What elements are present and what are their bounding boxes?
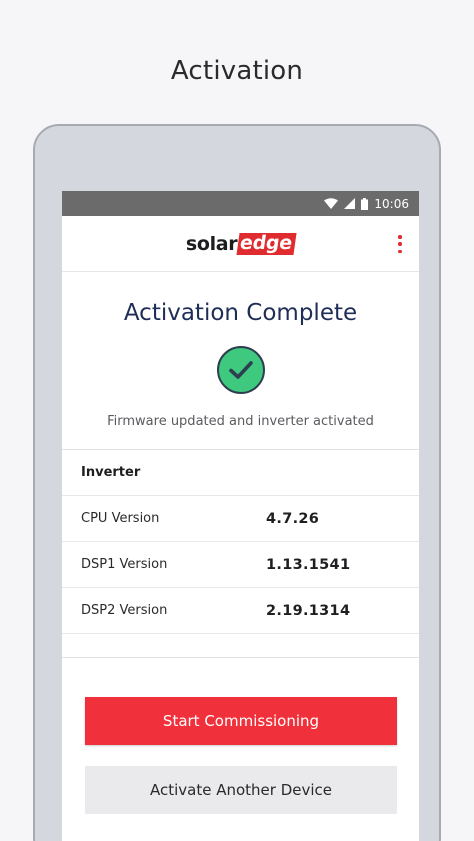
check-circle-icon bbox=[216, 346, 265, 394]
app-screen: 10:06 solar edge Activation Complete Fir… bbox=[62, 191, 419, 841]
table-row: DSP2 Version 2.19.1314 bbox=[62, 588, 419, 634]
row-value-dsp2: 2.19.1314 bbox=[266, 602, 351, 619]
signal-icon bbox=[344, 198, 356, 209]
logo-text-edge: edge bbox=[236, 232, 297, 255]
table-header: Inverter bbox=[81, 465, 141, 480]
activate-another-device-button[interactable]: Activate Another Device bbox=[85, 766, 397, 814]
row-value-cpu: 4.7.26 bbox=[266, 510, 320, 527]
logo-text-solar: solar bbox=[185, 232, 238, 255]
row-label-cpu: CPU Version bbox=[81, 511, 160, 526]
solaredge-logo: solar edge bbox=[185, 232, 297, 255]
start-commissioning-button[interactable]: Start Commissioning bbox=[85, 697, 397, 745]
row-label-dsp1: DSP1 Version bbox=[81, 557, 168, 572]
table-spacer bbox=[62, 634, 419, 658]
status-icon-wrap bbox=[62, 346, 419, 394]
table-header-row: Inverter bbox=[62, 450, 419, 496]
activation-subtitle: Firmware updated and inverter activated bbox=[107, 414, 374, 429]
row-label-dsp2: DSP2 Version bbox=[81, 603, 168, 618]
status-bar: 10:06 bbox=[62, 191, 419, 216]
status-time: 10:06 bbox=[374, 196, 409, 211]
wifi-icon bbox=[324, 198, 339, 209]
inverter-table: Inverter CPU Version 4.7.26 DSP1 Version… bbox=[62, 449, 419, 658]
page-heading: Activation bbox=[170, 56, 304, 86]
more-vert-icon[interactable] bbox=[397, 235, 403, 253]
battery-icon bbox=[361, 197, 369, 210]
row-value-dsp1: 1.13.1541 bbox=[266, 556, 351, 573]
app-bar: solar edge bbox=[62, 216, 419, 272]
table-row: CPU Version 4.7.26 bbox=[62, 496, 419, 542]
table-row: DSP1 Version 1.13.1541 bbox=[62, 542, 419, 588]
activation-title: Activation Complete bbox=[123, 300, 358, 326]
